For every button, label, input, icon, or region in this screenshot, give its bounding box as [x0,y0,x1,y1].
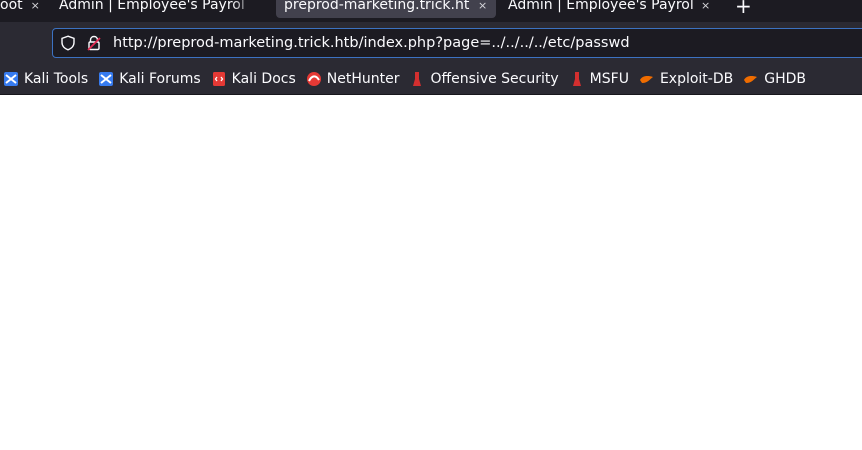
new-tab-button[interactable]: + [735,0,752,18]
url-bar[interactable]: http://preprod-marketing.trick.htb/index… [52,28,862,58]
bookmark-nethunter[interactable]: NetHunter [306,67,400,91]
bookmark-label: Offensive Security [430,71,559,87]
bookmark-label: MSFU [589,71,629,87]
nethunter-icon [306,71,322,87]
bookmark-exploit-db[interactable]: Exploit-DB [639,67,733,91]
tab-2[interactable]: Admin | Employee's Payroll M [59,0,274,18]
tab-4-close-icon[interactable]: × [701,0,710,12]
bookmark-label: Kali Forums [119,71,201,87]
bookmark-kali-forums[interactable]: Kali Forums [98,67,201,91]
bookmark-label: GHDB [764,71,806,87]
navigation-toolbar: http://preprod-marketing.trick.htb/index… [0,22,862,64]
bookmark-msfu[interactable]: MSFU [569,67,629,91]
tab-2-label: Admin | Employee's Payroll M [59,0,244,13]
tracking-protection-shield-icon[interactable] [59,34,77,52]
url-text[interactable]: http://preprod-marketing.trick.htb/index… [113,35,630,51]
bookmark-ghdb[interactable]: GHDB [743,67,806,91]
page-content [0,95,862,450]
tab-4-label: Admin | Employee's Payroll M [508,0,693,13]
tab-4[interactable]: Admin | Employee's Payroll M × [508,0,718,18]
tab-3-active[interactable]: preprod-marketing.trick.htb/ × [276,0,496,18]
bookmark-label: NetHunter [326,71,400,87]
tab-3-close-icon[interactable]: × [478,0,487,12]
offsec-icon [569,71,585,87]
offsec-icon [409,71,425,87]
exploitdb-icon [743,71,759,87]
bookmark-offensive-security[interactable]: Offensive Security [409,67,559,91]
bookmark-kali-docs[interactable]: Kali Docs [211,67,296,91]
bookmarks-toolbar: Kali Tools Kali Forums Kali Docs NetHunt… [0,64,862,95]
tab-1-label: oot [0,0,23,13]
bookmark-label: Kali Docs [231,71,296,87]
kali-dragon-icon [98,71,114,87]
kali-dragon-icon [3,71,19,87]
tab-1[interactable]: oot × [0,0,40,18]
exploitdb-icon [639,71,655,87]
tab-1-close-icon[interactable]: × [31,0,40,12]
bookmark-kali-tools[interactable]: Kali Tools [3,67,88,91]
bookmark-label: Kali Tools [24,71,89,87]
bookmark-label: Exploit-DB [659,71,734,87]
tab-strip: oot × Admin | Employee's Payroll M prepr… [0,0,862,22]
browser-chrome: oot × Admin | Employee's Payroll M prepr… [0,0,862,95]
insecure-connection-lock-icon[interactable] [85,34,103,52]
tab-3-label: preprod-marketing.trick.htb/ [284,0,470,13]
kali-docs-icon [211,71,227,87]
